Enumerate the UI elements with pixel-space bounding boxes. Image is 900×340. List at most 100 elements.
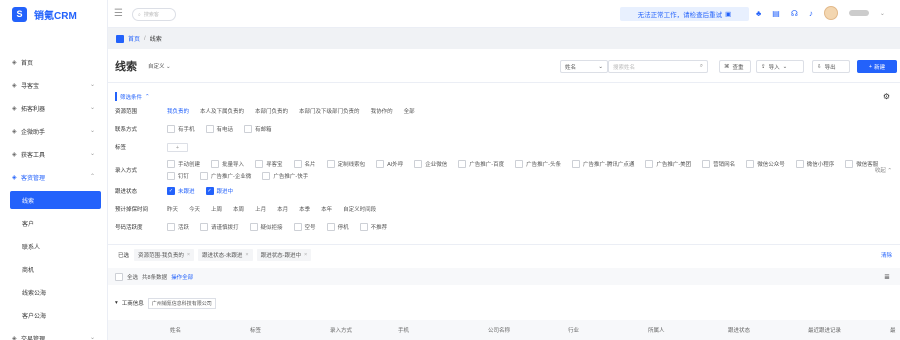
close-icon[interactable]: × xyxy=(304,252,307,258)
bell-icon[interactable]: ♪ xyxy=(809,9,813,18)
filter-chip[interactable]: 跟进状态-未跟进 × xyxy=(198,248,253,261)
headset-icon[interactable]: ☊ xyxy=(791,9,798,18)
column-header[interactable]: 所属人 xyxy=(648,326,665,334)
filter-option[interactable]: 广告推广-腾讯广点通 xyxy=(571,160,634,168)
filter-option[interactable]: 广告推广-快手 xyxy=(262,172,308,180)
checkbox[interactable] xyxy=(167,223,175,231)
column-header[interactable]: 行业 xyxy=(568,326,579,334)
filter-title[interactable]: 筛选条件 ⌃ xyxy=(115,92,900,101)
checkbox[interactable] xyxy=(205,125,214,133)
sidebar-subitem-0[interactable]: 线索 xyxy=(10,191,101,209)
column-header[interactable]: 最 xyxy=(890,326,896,334)
sidebar-item-3[interactable]: ◈ 企微助手 ⌄ xyxy=(0,120,107,143)
sidebar-item-5[interactable]: ◈ 客资管理 ⌃ xyxy=(0,166,107,189)
filter-option[interactable]: 定制线索包 xyxy=(326,160,365,168)
filter-chip[interactable]: 跟进状态-跟进中 × xyxy=(256,248,312,261)
filter-option[interactable]: 广告推广-头条 xyxy=(515,160,561,168)
global-search-input[interactable]: ⌕ 搜索客 xyxy=(132,8,176,21)
chevron-down-icon[interactable]: ⌄ xyxy=(880,10,885,17)
checkbox[interactable] xyxy=(293,223,302,231)
sidebar-subitem-2[interactable]: 联系人 xyxy=(0,235,107,258)
checkbox[interactable] xyxy=(845,160,854,168)
search-icon[interactable]: ⌕ xyxy=(700,63,703,70)
checkbox[interactable] xyxy=(702,160,711,168)
app-logo[interactable]: S 销氪CRM xyxy=(0,0,107,28)
checkbox[interactable] xyxy=(211,160,220,168)
filter-option[interactable]: AI外呼 xyxy=(376,160,403,168)
checkbox[interactable] xyxy=(262,172,271,180)
select-all-checkbox[interactable] xyxy=(115,272,123,281)
filter-option[interactable]: ✓ 跟进中 xyxy=(205,187,233,195)
checkbox[interactable] xyxy=(249,223,258,231)
checkbox[interactable] xyxy=(645,160,654,168)
sidebar-item-1[interactable]: ◈ 寻客宝 ⌄ xyxy=(0,74,107,97)
filter-option[interactable]: 本月 xyxy=(277,205,288,213)
sidebar-item-0[interactable]: ◈ 首页 xyxy=(0,51,107,74)
filter-option[interactable]: 今天 xyxy=(189,205,200,213)
add-tag-button[interactable]: + xyxy=(167,142,188,152)
operate-all-link[interactable]: 操作全部 xyxy=(171,273,193,281)
checkbox[interactable] xyxy=(746,160,755,168)
filter-option[interactable]: 请谨慎拨打 xyxy=(200,223,239,231)
column-header[interactable]: 跟进状态 xyxy=(728,326,750,334)
filter-option[interactable]: 我协作的 xyxy=(371,107,393,115)
filter-option[interactable]: 本部门负责的 xyxy=(255,107,288,115)
checkbox[interactable] xyxy=(167,172,175,180)
checkbox[interactable] xyxy=(244,125,253,133)
filter-option[interactable]: 本人及下属负责的 xyxy=(200,107,244,115)
sidebar-subitem-4[interactable]: 线索公海 xyxy=(0,281,107,304)
checkbox[interactable] xyxy=(326,160,335,168)
checkbox[interactable] xyxy=(359,223,368,231)
checkbox[interactable] xyxy=(200,172,209,180)
column-header[interactable]: 公司名称 xyxy=(488,326,510,334)
export-button[interactable]: ⇩ 导出 xyxy=(812,60,850,73)
filter-option[interactable]: 本周 xyxy=(233,205,244,213)
sidebar-item-2[interactable]: ◈ 拓客利器 ⌄ xyxy=(0,97,107,120)
filter-option[interactable]: 空号 xyxy=(293,223,316,231)
filter-option[interactable]: 自定义时间段 xyxy=(343,205,376,213)
field-select[interactable]: 姓名 ⌄ xyxy=(560,60,608,73)
checkbox[interactable] xyxy=(200,223,209,231)
caret-down-icon[interactable]: ▾ xyxy=(115,300,118,306)
checkbox[interactable]: ✓ xyxy=(205,187,214,195)
gear-icon[interactable]: ⚙ xyxy=(883,92,890,101)
column-header[interactable]: 姓名 xyxy=(170,326,181,334)
filter-option[interactable]: 手动创建 xyxy=(167,160,200,168)
filter-option[interactable]: 本部门及下级部门负责的 xyxy=(299,107,360,115)
filter-option[interactable]: 有手机 xyxy=(167,125,195,133)
column-header[interactable]: 手机 xyxy=(398,326,409,334)
checkbox[interactable] xyxy=(326,223,335,231)
contacts-icon[interactable]: ♣ xyxy=(756,9,761,18)
filter-option[interactable]: 本年 xyxy=(321,205,332,213)
sidebar-item-deal[interactable]: ◈ 交易管理 ⌄ xyxy=(0,327,107,340)
avatar[interactable] xyxy=(823,6,838,20)
view-select[interactable]: 自定义 ⌄ xyxy=(148,62,171,70)
column-header[interactable]: 录入方式 xyxy=(330,326,352,334)
filter-option[interactable]: 有邮箱 xyxy=(244,125,272,133)
filter-option[interactable]: 微信客服 xyxy=(845,160,878,168)
sidebar-subitem-5[interactable]: 客户公海 xyxy=(0,304,107,327)
column-header[interactable]: 最近跟进记录 xyxy=(808,326,841,334)
sidebar-item-4[interactable]: ◈ 获客工具 ⌄ xyxy=(0,143,107,166)
filter-option[interactable]: 企业微信 xyxy=(414,160,447,168)
filter-option[interactable]: 微信小程序 xyxy=(795,160,834,168)
notice-banner[interactable]: 无法正常工作，请检查后重试 ▣ xyxy=(620,7,749,21)
filter-option[interactable]: 本季 xyxy=(299,205,310,213)
filter-option[interactable]: 上月 xyxy=(255,205,266,213)
checkbox[interactable] xyxy=(167,160,175,168)
list-view-icon[interactable]: ≣ xyxy=(884,273,890,281)
checkbox[interactable] xyxy=(255,160,264,168)
checkbox[interactable] xyxy=(795,160,804,168)
field-search-input[interactable]: 搜索姓名 ⌕ xyxy=(608,60,708,73)
user-name-placeholder[interactable] xyxy=(848,10,869,16)
checkbox[interactable] xyxy=(414,160,423,168)
task-icon[interactable]: ▤ xyxy=(772,9,780,18)
filter-option[interactable]: 营销网名 xyxy=(702,160,735,168)
filter-option[interactable]: 昨天 xyxy=(167,205,178,213)
filter-option[interactable]: 钉钉 xyxy=(167,172,189,180)
menu-toggle-icon[interactable]: ☰ xyxy=(114,8,123,19)
filter-option[interactable]: 我负责的 xyxy=(167,107,189,115)
filter-option[interactable]: 广告推广-美团 xyxy=(645,160,691,168)
filter-chip[interactable]: 资源范围-我负责的 × xyxy=(134,248,195,261)
filter-option[interactable]: 批量导入 xyxy=(211,160,244,168)
